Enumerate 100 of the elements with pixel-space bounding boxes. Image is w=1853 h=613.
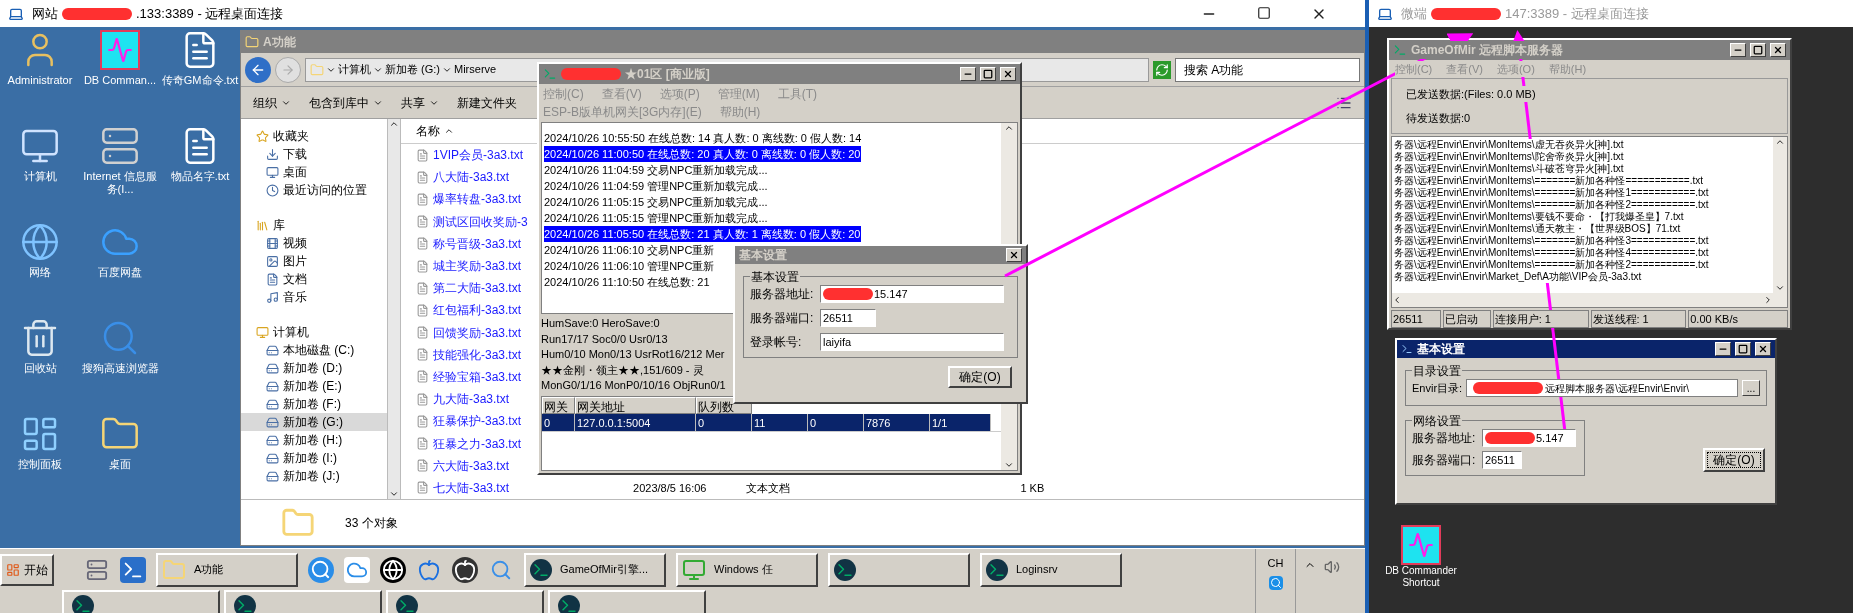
terminal-icon[interactable] <box>120 556 146 583</box>
file-name[interactable]: 经验宝箱-3a3.txt <box>433 367 522 386</box>
file-name[interactable]: 八大陆-3a3.txt <box>433 168 510 187</box>
close-button[interactable] <box>1755 342 1771 356</box>
taskbar-button[interactable] <box>828 552 970 587</box>
globe-icon[interactable] <box>380 556 406 583</box>
breadcrumb-item[interactable]: 新加卷 (G:) <box>385 61 440 78</box>
minimize-button[interactable] <box>1730 43 1746 57</box>
maximize-icon[interactable] <box>1257 5 1271 20</box>
desktop-icon-label[interactable]: 百度网盘 <box>81 266 159 279</box>
minimize-button[interactable] <box>1715 342 1731 356</box>
minimize-button[interactable] <box>960 67 976 81</box>
browse-button[interactable]: ... <box>1742 380 1760 396</box>
file-name[interactable]: 测试区回收奖励-3 <box>433 212 528 231</box>
column-header[interactable]: 名称 <box>416 122 440 140</box>
taskbar-button[interactable]: GameOfMir引擎... <box>524 552 666 587</box>
ok-button[interactable]: 确定(O) <box>948 366 1012 388</box>
breadcrumb-item[interactable]: 计算机 <box>338 61 371 78</box>
taskbar-button[interactable]: Windows 任 <box>676 552 818 587</box>
file-name[interactable]: 称号晋级-3a3.txt <box>433 234 522 253</box>
file-name[interactable]: 狂暴之力-3a3.txt <box>433 434 522 453</box>
scroll-down-icon[interactable] <box>389 489 399 499</box>
taskbar-button[interactable]: A功能 <box>156 552 298 587</box>
language-indicator[interactable]: CH <box>1267 555 1284 572</box>
sidebar-item[interactable]: 新加卷 (D:) <box>241 359 387 377</box>
desktop-icon-label[interactable]: 搜狗高速浏览器 <box>81 362 159 375</box>
file-name[interactable]: 第二大陆-3a3.txt <box>433 279 522 298</box>
scroll-up-icon[interactable] <box>1004 123 1014 133</box>
sidebar-item[interactable]: 新加卷 (H:) <box>241 431 387 449</box>
file-name[interactable]: 红包福利-3a3.txt <box>433 301 522 320</box>
desktop-icon-label[interactable]: 桌面 <box>81 458 159 471</box>
scroll-down-icon[interactable] <box>1775 283 1785 293</box>
refresh-icon[interactable] <box>1153 60 1171 79</box>
start-button[interactable]: 开始 <box>0 553 54 586</box>
sidebar-item[interactable]: 新加卷 (I:) <box>241 449 387 467</box>
scroll-down-icon[interactable] <box>1004 460 1014 470</box>
taskbar-button[interactable] <box>224 590 382 613</box>
sidebar-group[interactable]: 收藏夹 <box>273 127 309 145</box>
file-name[interactable]: 技能强化-3a3.txt <box>433 345 522 364</box>
close-button[interactable] <box>1000 67 1016 81</box>
taskbar-button[interactable] <box>62 590 220 613</box>
input-field[interactable]: 26511 <box>1482 451 1522 469</box>
desktop-icon-label[interactable]: DB Commander Shortcut <box>1383 565 1459 589</box>
sidebar-group[interactable]: 库 <box>273 216 285 234</box>
desktop-icon-label[interactable]: 传奇GM命令.txt <box>161 74 239 87</box>
sidebar-item[interactable]: 音乐 <box>241 288 387 306</box>
sidebar-item[interactable]: 新加卷 (J:) <box>241 467 387 485</box>
browser-icon[interactable] <box>308 556 334 583</box>
toolbar-button[interactable]: 共享 <box>401 93 425 112</box>
toolbar-button[interactable]: 包含到库中 <box>309 93 369 112</box>
file-name[interactable]: 六大陆-3a3.txt <box>433 456 510 475</box>
maximize-button[interactable] <box>980 67 996 81</box>
close-button[interactable] <box>1006 248 1022 262</box>
sidebar-item[interactable]: 图片 <box>241 252 387 270</box>
sidebar-group[interactable]: 计算机 <box>273 323 309 341</box>
search-field[interactable]: 搜索 A功能 <box>1175 57 1360 82</box>
input-field[interactable]: 26511 <box>820 309 876 327</box>
input-field[interactable]: 15.147 <box>820 285 1004 303</box>
file-name[interactable]: 七大陆-3a3.txt <box>433 478 510 497</box>
maximize-button[interactable] <box>1735 342 1751 356</box>
taskbar-button[interactable]: Loginsrv <box>980 552 1122 587</box>
taskbar-button[interactable] <box>386 590 544 613</box>
scroll-left-icon[interactable] <box>1392 295 1402 305</box>
desktop-icon-label[interactable]: 回收站 <box>1 362 79 375</box>
column-header[interactable]: 网关地址 <box>575 396 696 414</box>
scroll-up-icon[interactable] <box>1775 137 1785 147</box>
file-name[interactable]: 九大陆-3a3.txt <box>433 390 510 409</box>
sidebar-item[interactable]: 桌面 <box>241 163 387 181</box>
file-name[interactable]: 狂暴保护-3a3.txt <box>433 412 522 431</box>
file-name[interactable]: 1VIP会员-3a3.txt <box>433 146 524 165</box>
back-button[interactable] <box>245 56 271 83</box>
sidebar-item[interactable]: 本地磁盘 (C:) <box>241 341 387 359</box>
desktop-icon-label[interactable]: Internet 信息服务(I... <box>81 170 159 196</box>
grid-row[interactable]: 0 127.0.0.1:5004 0 11 0 7876 1/1 <box>542 413 991 431</box>
sidebar-item[interactable]: 视频 <box>241 234 387 252</box>
cloud-icon[interactable] <box>344 556 370 583</box>
toolbar-button[interactable]: 新建文件夹 <box>457 93 517 112</box>
desktop-icon-label[interactable]: Administrator <box>1 74 79 87</box>
input-field[interactable]: 远程脚本服务器\远程Envir\Envir\ <box>1466 379 1738 397</box>
desktop-icon-label[interactable]: 网络 <box>1 266 79 279</box>
sidebar-item[interactable]: 最近访问的位置 <box>241 181 387 199</box>
desktop-icon-label[interactable]: 物品名字.txt <box>161 170 239 183</box>
input-field[interactable]: 5.147 <box>1482 429 1576 447</box>
file-name[interactable]: 城主奖励-3a3.txt <box>433 257 522 276</box>
close-button[interactable] <box>1770 43 1786 57</box>
ok-button[interactable]: 确定(O) <box>1703 448 1765 472</box>
scroll-up-icon[interactable] <box>389 119 399 129</box>
file-name[interactable]: 爆率转盘-3a3.txt <box>433 190 522 209</box>
toolbar-button[interactable]: 组织 <box>253 93 277 112</box>
sidebar-item[interactable]: 文档 <box>241 270 387 288</box>
file-name[interactable]: 回馈奖励-3a3.txt <box>433 323 522 342</box>
input-field[interactable]: laiyifa <box>820 333 1004 351</box>
sidebar-item[interactable]: 新加卷 (E:) <box>241 377 387 395</box>
sidebar-item[interactable]: 下载 <box>241 145 387 163</box>
desktop-icon-label[interactable]: DB Comman... <box>81 74 159 87</box>
apple-icon[interactable] <box>452 556 478 583</box>
scroll-right-icon[interactable] <box>1763 295 1773 305</box>
column-header[interactable]: 网关 <box>542 396 575 414</box>
sidebar-item[interactable]: 新加卷 (F:) <box>241 395 387 413</box>
desktop-icon-label[interactable]: 控制面板 <box>1 458 79 471</box>
